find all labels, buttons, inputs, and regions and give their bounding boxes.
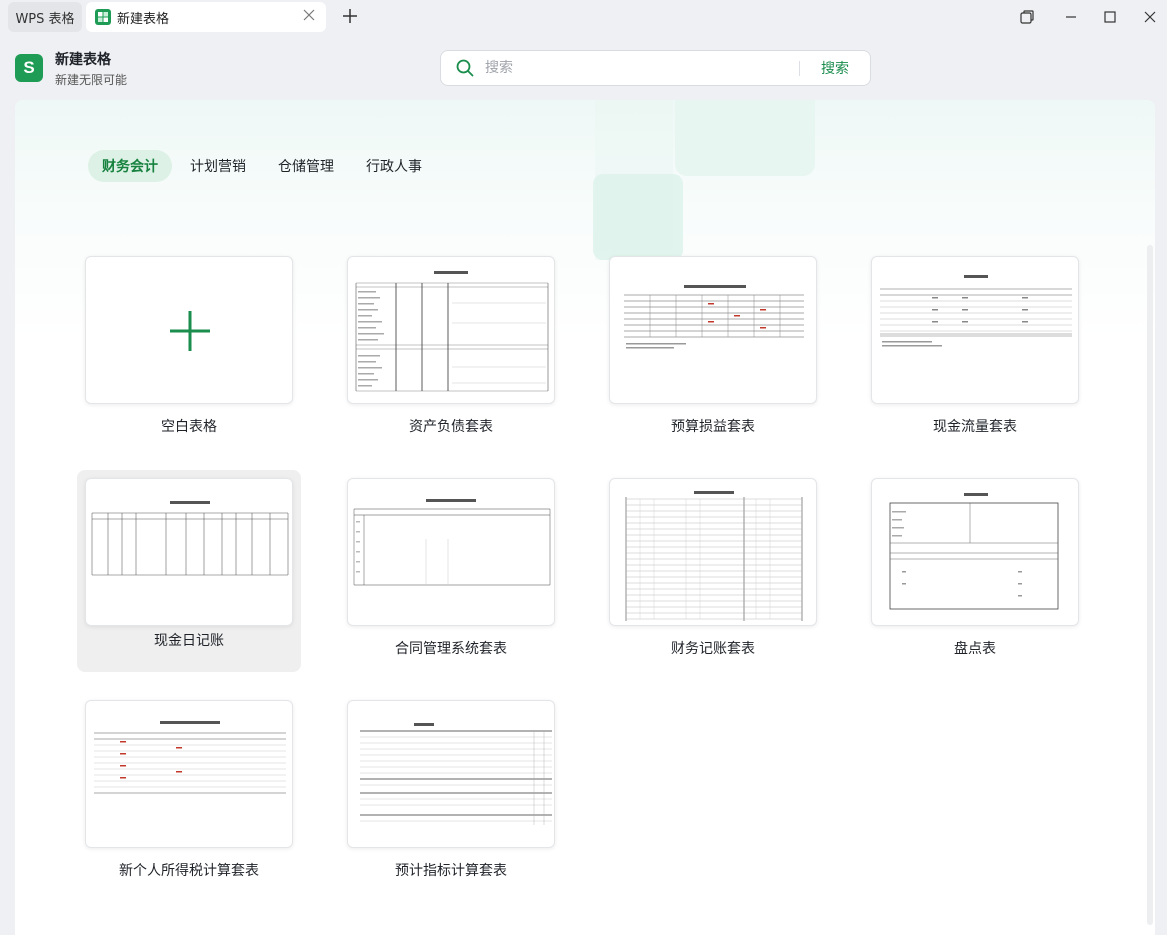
search-divider xyxy=(799,61,800,76)
template-card-cash-flow[interactable]: 现金流量套表 xyxy=(863,256,1087,458)
template-card-inventory-count[interactable]: 盘点表 xyxy=(863,478,1087,680)
decor-shape xyxy=(593,174,683,260)
template-label: 预算损益套表 xyxy=(671,419,755,435)
template-thumbnail xyxy=(871,478,1079,626)
search-bar: 搜索 xyxy=(440,50,871,86)
template-thumbnail xyxy=(347,478,555,626)
spreadsheet-icon xyxy=(95,9,111,25)
tab-finance-accounting[interactable]: 财务会计 xyxy=(88,150,172,182)
spreadsheet-logo: S xyxy=(15,54,43,82)
tab-label: WPS 表格 xyxy=(15,11,75,27)
template-card-contract-management[interactable]: 合同管理系统套表 xyxy=(339,478,563,680)
template-label: 合同管理系统套表 xyxy=(395,641,507,657)
template-thumbnail xyxy=(609,478,817,626)
template-card-financial-bookkeeping[interactable]: 财务记账套表 xyxy=(601,478,825,680)
category-tabs: 财务会计 计划营销 仓储管理 行政人事 xyxy=(88,150,440,182)
tab-wps-spreadsheet[interactable]: WPS 表格 xyxy=(8,2,82,32)
template-label: 盘点表 xyxy=(954,641,996,657)
page-title: 新建表格 xyxy=(55,52,111,68)
template-card-balance-sheet[interactable]: 资产负债套表 xyxy=(339,256,563,458)
close-icon[interactable] xyxy=(302,9,316,23)
template-card-budget-profit-loss[interactable]: 预算损益套表 xyxy=(601,256,825,458)
template-label: 现金流量套表 xyxy=(933,419,1017,435)
plus-icon xyxy=(170,311,210,351)
template-label: 资产负债套表 xyxy=(409,419,493,435)
template-card-cash-journal[interactable]: 现金日记账 xyxy=(77,470,301,672)
template-label: 财务记账套表 xyxy=(671,641,755,657)
close-window-icon[interactable] xyxy=(1139,6,1161,28)
template-thumbnail xyxy=(347,700,555,848)
restore-window-icon[interactable] xyxy=(1016,6,1038,28)
search-icon xyxy=(456,59,474,77)
tab-administration-hr[interactable]: 行政人事 xyxy=(352,150,436,182)
template-label: 预计指标计算套表 xyxy=(395,863,507,879)
template-thumbnail xyxy=(85,256,293,404)
maximize-icon[interactable] xyxy=(1099,6,1121,28)
template-card-personal-income-tax[interactable]: 新个人所得税计算套表 xyxy=(77,700,301,902)
plus-icon[interactable] xyxy=(340,6,360,26)
template-card-blank[interactable]: 空白表格 xyxy=(77,256,301,458)
template-label: 空白表格 xyxy=(161,419,217,435)
template-thumbnail xyxy=(85,700,293,848)
template-label: 新个人所得税计算套表 xyxy=(119,863,259,879)
search-input[interactable] xyxy=(485,57,785,79)
tab-planning-marketing[interactable]: 计划营销 xyxy=(176,150,260,182)
tab-warehouse-management[interactable]: 仓储管理 xyxy=(264,150,348,182)
template-panel: 财务会计 计划营销 仓储管理 行政人事 空白表格 资产负债套表 预算损益套表 现… xyxy=(15,100,1155,935)
tab-new-spreadsheet[interactable]: 新建表格 xyxy=(86,2,326,32)
template-thumbnail xyxy=(609,256,817,404)
page-subtitle: 新建无限可能 xyxy=(55,73,128,87)
search-button[interactable]: 搜索 xyxy=(811,51,859,85)
title-bar: WPS 表格 新建表格 xyxy=(0,0,1167,36)
template-label: 现金日记账 xyxy=(154,633,224,649)
template-card-expected-indicator[interactable]: 预计指标计算套表 xyxy=(339,700,563,902)
minimize-icon[interactable] xyxy=(1060,6,1082,28)
template-thumbnail xyxy=(347,256,555,404)
template-thumbnail xyxy=(871,256,1079,404)
template-thumbnail xyxy=(85,478,293,626)
scrollbar[interactable] xyxy=(1147,245,1153,925)
tab-label: 新建表格 xyxy=(117,11,170,27)
decor-shape xyxy=(675,100,815,176)
